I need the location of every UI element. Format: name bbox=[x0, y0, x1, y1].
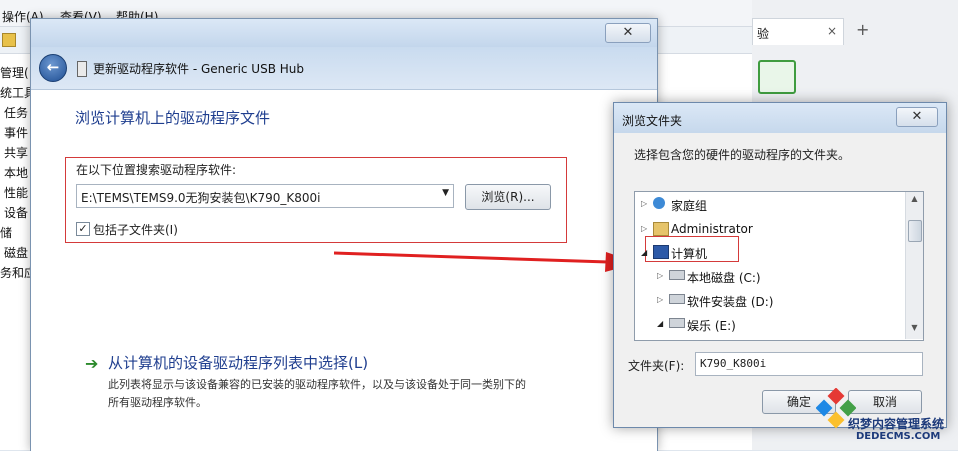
tree-item[interactable]: 本地 bbox=[4, 164, 28, 181]
tree-node-drive-c[interactable]: 本地磁盘 (C:) bbox=[687, 269, 761, 286]
drive-icon bbox=[669, 294, 685, 304]
dialog-title: 浏览文件夹 bbox=[622, 114, 683, 128]
tree-item[interactable]: 务和应 bbox=[0, 264, 32, 281]
folder-icon[interactable] bbox=[2, 33, 16, 47]
console-tree: 管理( 统工具 任务 事件 共享 本地 性能 设备 储 磁盘 务和应 bbox=[0, 56, 32, 450]
close-button[interactable]: ✕ bbox=[605, 23, 651, 43]
tree-node-drive-e[interactable]: 娱乐 (E:) bbox=[687, 317, 736, 334]
browse-button[interactable]: 浏览(R)... bbox=[465, 184, 551, 210]
expand-arrow-icon[interactable]: ▷ bbox=[641, 199, 647, 208]
wizard-title: 更新驱动程序软件 - Generic USB Hub bbox=[93, 62, 305, 76]
pick-description-line1: 此列表将显示与该设备兼容的已安装的驱动程序软件，以及与该设备处于同一类别下的 bbox=[108, 378, 526, 391]
tree-item[interactable]: 管理( bbox=[0, 64, 29, 81]
user-folder-icon bbox=[653, 222, 669, 236]
scroll-up-icon[interactable]: ▲ bbox=[906, 194, 923, 208]
pick-description-line2: 所有驱动程序软件。 bbox=[108, 396, 207, 409]
tree-item[interactable]: 事件 bbox=[4, 124, 28, 141]
search-location-label: 在以下位置搜索驱动程序软件: bbox=[76, 163, 237, 177]
expand-arrow-icon[interactable]: ▷ bbox=[657, 295, 663, 304]
scroll-down-icon[interactable]: ▼ bbox=[906, 323, 923, 337]
dialog-titlebar: 浏览文件夹 ✕ bbox=[614, 103, 946, 133]
include-subfolders-checkbox[interactable]: ✓ bbox=[76, 222, 90, 236]
folder-label: 文件夹(F): bbox=[628, 359, 685, 373]
browse-folder-dialog: 浏览文件夹 ✕ 选择包含您的硬件的驱动程序的文件夹。 ▷ 家庭组 ▷ Admin… bbox=[613, 102, 947, 428]
expand-arrow-icon[interactable]: ▷ bbox=[657, 271, 663, 280]
wizard-titlebar: ✕ bbox=[31, 19, 657, 47]
pick-from-list-link[interactable]: 从计算机的设备驱动程序列表中选择(L) bbox=[108, 352, 368, 373]
drive-icon bbox=[669, 318, 685, 328]
wizard-nav-bar: ← 更新驱动程序软件 - Generic USB Hub bbox=[31, 47, 657, 90]
add-image-icon[interactable] bbox=[758, 60, 796, 94]
browser-tab[interactable]: 验 × bbox=[752, 18, 844, 45]
tree-item[interactable]: 任务 bbox=[4, 104, 28, 121]
update-driver-wizard: ✕ ← 更新驱动程序软件 - Generic USB Hub 浏览计算机上的驱动… bbox=[30, 18, 658, 451]
tree-item[interactable]: 统工具 bbox=[0, 84, 32, 101]
tree-scrollbar[interactable]: ▲ ▼ bbox=[905, 192, 923, 339]
tree-item[interactable]: 储 bbox=[0, 224, 12, 241]
green-arrow-icon: ➔ bbox=[85, 354, 99, 373]
dialog-prompt: 选择包含您的硬件的驱动程序的文件夹。 bbox=[634, 148, 851, 162]
folder-tree[interactable]: ▷ 家庭组 ▷ Administrator ◢ 计算机 ▷ 本地磁盘 (C:) … bbox=[634, 191, 924, 341]
drive-icon bbox=[669, 270, 685, 280]
tree-node-administrator[interactable]: Administrator bbox=[671, 222, 753, 236]
homegroup-icon bbox=[653, 197, 665, 209]
tree-item[interactable]: 设备 bbox=[4, 204, 28, 221]
usb-device-icon bbox=[77, 61, 87, 77]
path-value: E:\TEMS\TEMS9.0无狗安装包\K790_K800i bbox=[81, 191, 321, 205]
collapse-arrow-icon[interactable]: ◢ bbox=[641, 248, 647, 257]
scroll-thumb[interactable] bbox=[908, 220, 922, 242]
tree-node-drive-d[interactable]: 软件安装盘 (D:) bbox=[687, 293, 773, 310]
tree-node-homegroup[interactable]: 家庭组 bbox=[671, 197, 707, 214]
computer-icon bbox=[653, 245, 669, 259]
collapse-arrow-icon[interactable]: ◢ bbox=[657, 319, 663, 328]
close-icon[interactable]: × bbox=[827, 24, 837, 38]
folder-input-value: K790_K800i bbox=[700, 357, 767, 370]
tree-node-computer[interactable]: 计算机 bbox=[671, 245, 707, 262]
tree-item[interactable]: 磁盘 bbox=[4, 244, 28, 261]
tree-item[interactable]: 共享 bbox=[4, 144, 28, 161]
cancel-button[interactable]: 取消 bbox=[848, 390, 922, 414]
watermark-url: DEDECMS.COM bbox=[856, 431, 941, 442]
back-button[interactable]: ← bbox=[39, 54, 67, 82]
expand-arrow-icon[interactable]: ▷ bbox=[641, 224, 647, 233]
dropdown-arrow-icon[interactable]: ▼ bbox=[442, 188, 449, 198]
tree-item[interactable]: 性能 bbox=[4, 184, 28, 201]
red-arrow-annotation bbox=[334, 251, 638, 272]
path-combobox[interactable]: E:\TEMS\TEMS9.0无狗安装包\K790_K800i ▼ bbox=[76, 184, 454, 208]
page-heading: 浏览计算机上的驱动程序文件 bbox=[75, 109, 271, 127]
folder-input[interactable]: K790_K800i bbox=[695, 352, 923, 376]
include-subfolders-label[interactable]: 包括子文件夹(I) bbox=[93, 221, 178, 238]
browser-tab-label: 验 bbox=[757, 27, 770, 41]
close-button[interactable]: ✕ bbox=[896, 107, 938, 127]
new-tab-icon[interactable]: + bbox=[856, 20, 869, 39]
watermark-text: 织梦内容管理系统 bbox=[848, 417, 945, 431]
arrow-shaft bbox=[334, 251, 609, 264]
